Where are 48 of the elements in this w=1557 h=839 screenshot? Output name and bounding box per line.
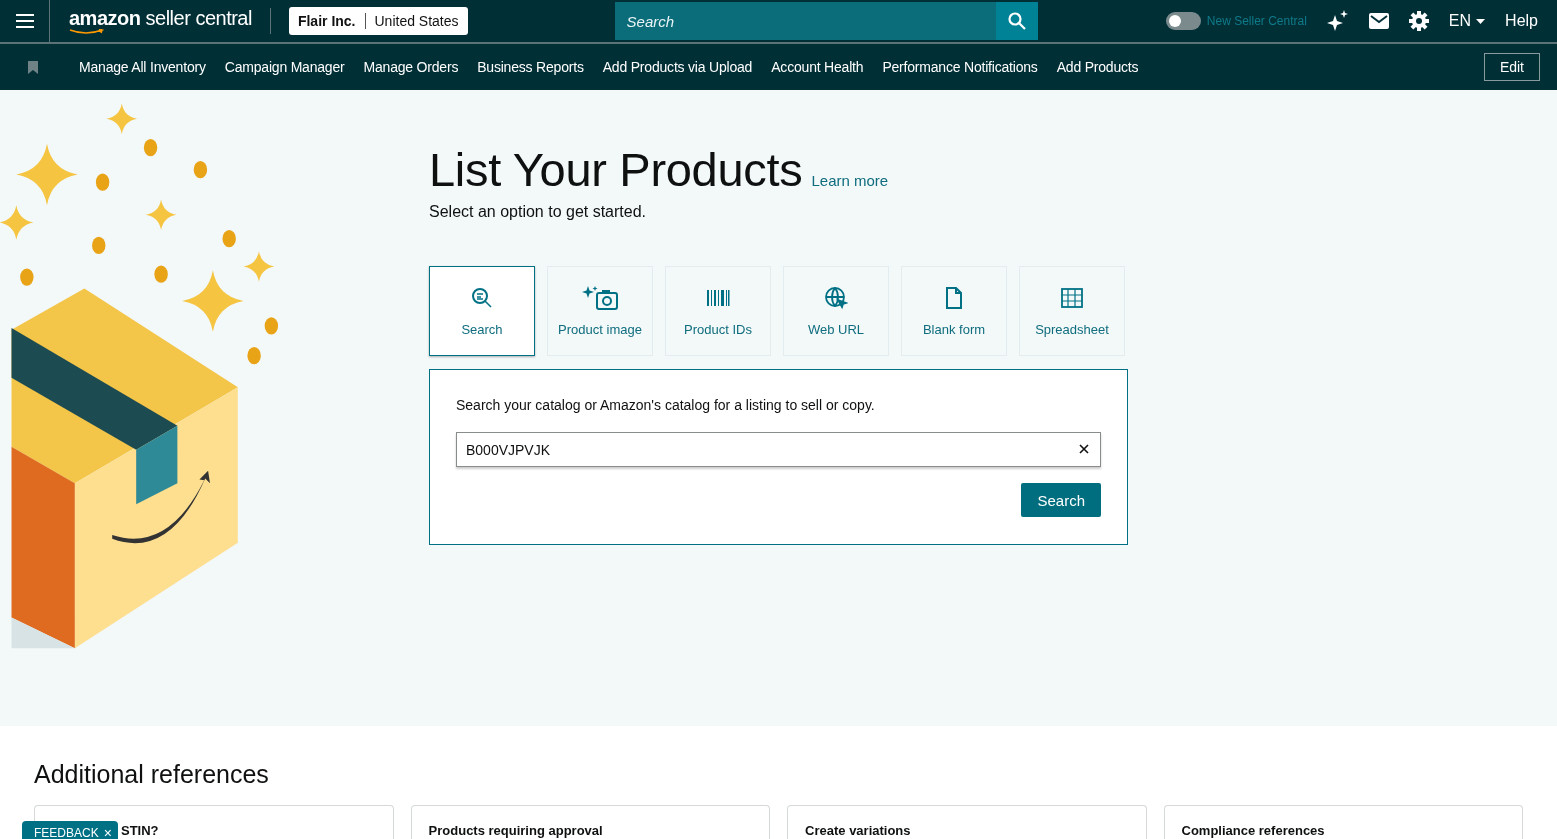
- option-tile[interactable]: Product image: [547, 266, 653, 356]
- option-tile[interactable]: Product IDs: [665, 266, 771, 356]
- option-tile[interactable]: Web URL: [783, 266, 889, 356]
- option-tile[interactable]: Blank form: [901, 266, 1007, 356]
- learn-more-link[interactable]: Learn more: [811, 172, 889, 189]
- search-button[interactable]: Search: [1021, 483, 1101, 517]
- account-switcher[interactable]: Flair Inc. United States: [288, 7, 468, 35]
- panel-description: Search your catalog or Amazon's catalog for a listing to sell or copy.: [456, 397, 876, 413]
- bookmark-icon[interactable]: [28, 60, 38, 74]
- search-button[interactable]: [995, 2, 1038, 40]
- help-link[interactable]: Help: [1505, 12, 1538, 30]
- language-selector[interactable]: EN: [1448, 12, 1486, 30]
- spreadsheet-icon: [1061, 285, 1083, 311]
- section-title: Additional references: [34, 760, 270, 789]
- caret-icon: [1476, 18, 1486, 24]
- nav-link[interactable]: Manage All Inventory: [79, 59, 206, 75]
- edit-button[interactable]: Edit: [1483, 53, 1540, 81]
- feedback-button[interactable]: FEEDBACK ×: [22, 821, 118, 839]
- close-icon: [1079, 444, 1089, 454]
- reference-card[interactable]: Compliance references: [1163, 805, 1523, 839]
- menu-icon: [15, 14, 34, 28]
- settings-icon[interactable]: [1408, 11, 1429, 31]
- page-title: List Your Products: [429, 142, 803, 197]
- page-subtitle: Select an option to get started.: [429, 203, 648, 221]
- sparkle-icon[interactable]: [1326, 10, 1349, 32]
- mail-icon[interactable]: [1368, 13, 1389, 29]
- toggle-label: New Seller Central: [1206, 14, 1307, 28]
- search-field[interactable]: Search: [614, 2, 996, 40]
- nav-link[interactable]: Campaign Manager: [224, 59, 345, 75]
- sparkle-camera-icon: [581, 285, 619, 311]
- nav-link[interactable]: Performance Notifications: [882, 59, 1038, 75]
- reference-card[interactable]: Create variations: [787, 805, 1147, 839]
- clear-button[interactable]: [1079, 444, 1089, 454]
- nav-link[interactable]: Add Products via Upload: [602, 59, 753, 75]
- toggle-switch[interactable]: [1165, 12, 1201, 30]
- search-icon: [1007, 12, 1026, 30]
- logo-text: amazon seller central: [69, 7, 252, 29]
- document-icon: [945, 285, 963, 311]
- smile-arrow-icon: [69, 29, 105, 35]
- nav-link[interactable]: Add Products: [1056, 59, 1139, 75]
- catalog-search-field[interactable]: B000VJPVJK: [456, 432, 1101, 467]
- reference-card[interactable]: Products requiring approval: [410, 805, 771, 839]
- nav-link[interactable]: Business Reports: [477, 59, 584, 75]
- option-tile[interactable]: Spreadsheet: [1019, 266, 1125, 356]
- option-tile[interactable]: Search: [429, 266, 535, 356]
- globe-cursor-icon: [824, 285, 848, 311]
- nav-link[interactable]: Account Health: [771, 59, 864, 75]
- nav-link[interactable]: Manage Orders: [363, 59, 459, 75]
